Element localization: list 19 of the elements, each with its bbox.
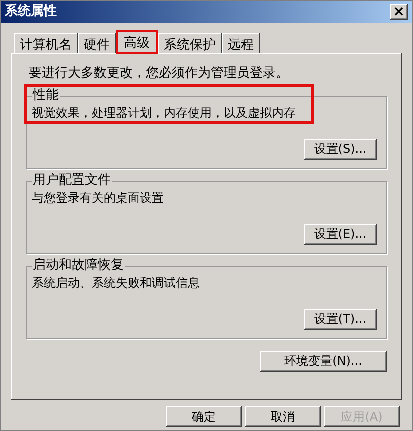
tab[interactable]: 远程 — [222, 33, 260, 53]
group-title: 性能 — [32, 88, 60, 104]
tab[interactable]: 计算机名 — [14, 33, 78, 53]
dialog-button[interactable]: 取消 — [245, 406, 321, 427]
settings-button[interactable]: 设置(E)... — [304, 224, 377, 244]
tab[interactable]: 高级 — [116, 30, 158, 54]
settings-button[interactable]: 设置(T)... — [304, 308, 377, 330]
group-title: 启动和故障恢复 — [32, 258, 125, 274]
tab[interactable]: 系统保护 — [158, 33, 222, 53]
group-description: 与您登录有关的桌面设置 — [32, 190, 165, 206]
group-title: 用户配置文件 — [32, 172, 112, 188]
dialog-button[interactable]: 确定 — [166, 406, 242, 427]
environment-variables-button[interactable]: 环境变量(N)... — [260, 350, 387, 372]
group-description: 视觉效果，处理器计划，内存使用，以及虚拟内存 — [32, 104, 297, 122]
window-title: 系统属性 — [5, 2, 57, 22]
group-description: 系统启动、系统失败和调试信息 — [32, 274, 201, 292]
admin-notice: 要进行大多数更改，您必须作为管理员登录。 — [29, 65, 290, 83]
close-button[interactable]: × — [390, 4, 408, 20]
settings-button[interactable]: 设置(S)... — [304, 138, 377, 160]
